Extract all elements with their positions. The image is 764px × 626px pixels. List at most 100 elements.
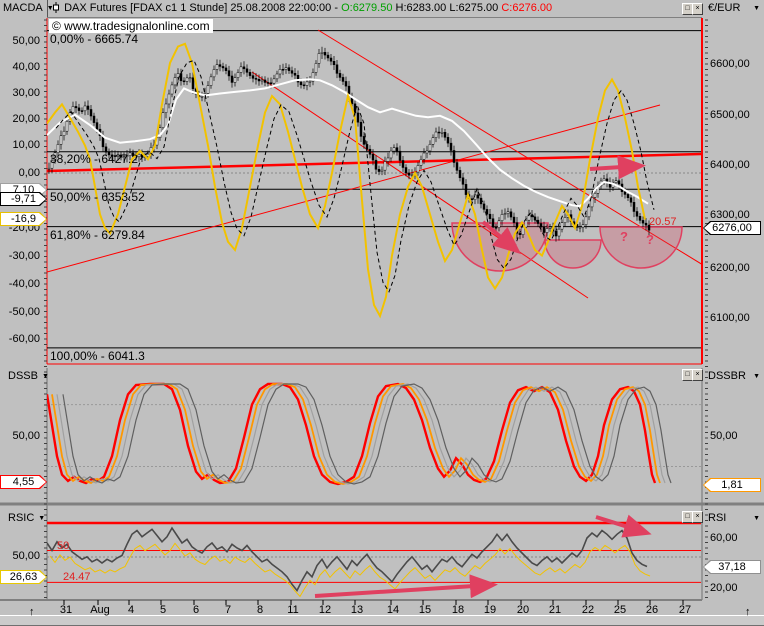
cycle-arc: [545, 240, 601, 268]
chevron-down-icon: ▼: [38, 515, 45, 522]
fibonacci-label: 100,00% - 6041.3: [50, 350, 145, 362]
dssbr-axis-label: 50,00: [710, 430, 738, 442]
low-value: L:6275.00: [449, 2, 498, 14]
rsic-indicator-dropdown[interactable]: RSIC ▼: [8, 512, 45, 524]
macd-axis-label: 0,00: [0, 167, 40, 179]
price-axis-label: 6200,00: [710, 262, 750, 274]
price-axis-label: 6600,00: [710, 58, 750, 70]
question-mark-annotation: ?: [620, 229, 628, 244]
scroll-arrow-right[interactable]: ↑: [745, 606, 751, 618]
rsic-value-tag: 26,63: [0, 570, 47, 584]
fibonacci-label: 38,20% - 6427.2: [50, 153, 138, 165]
dssb_gray: [57, 384, 665, 484]
time-axis-label: 7: [216, 604, 240, 616]
dssb-value-tag: 4,55: [0, 475, 47, 489]
header-divider: [47, 0, 48, 17]
time-axis-label: 6: [184, 604, 208, 616]
trendlines: [47, 30, 708, 298]
question-mark-annotation: ?: [646, 232, 654, 247]
macd-axis-label: 20,00: [0, 113, 40, 125]
close-value: C:6276.00: [501, 2, 552, 14]
watermark: © www.tradesignalonline.com: [49, 19, 213, 33]
high-value: H:6283.00: [396, 2, 447, 14]
scroll-arrow-left[interactable]: ↑: [29, 606, 35, 618]
chevron-down-icon: ▼: [753, 373, 760, 380]
macd-axis-label: -30,00: [0, 250, 40, 262]
rsi-close-button[interactable]: ×: [692, 511, 703, 523]
macd-axis-label: 30,00: [0, 87, 40, 99]
fibonacci-label: 61,80% - 6279.84: [50, 229, 145, 241]
cycle-value-annotation: 20.57: [649, 216, 677, 228]
candlestick-chart-icon: [52, 2, 61, 13]
dssb_red: [47, 384, 655, 484]
symbol-label: €/EUR: [708, 2, 740, 14]
price-axis-label: 6100,00: [710, 312, 750, 324]
trend-arrow: [596, 517, 644, 532]
last-price-tag: 6276,00: [703, 221, 761, 235]
fibonacci-label: 0,00% - 6665.74: [50, 33, 138, 45]
time-axis-label: 19: [478, 604, 502, 616]
time-axis-label: 18: [446, 604, 470, 616]
time-axis-label: 27: [673, 604, 697, 616]
rsi-axis-label: 20,00: [710, 582, 738, 594]
dssb-axis-label: 50,00: [0, 430, 40, 442]
time-axis-label: 22: [576, 604, 600, 616]
trend-arrow: [315, 585, 490, 596]
close-button[interactable]: ×: [692, 3, 703, 15]
price-axis-label: 6400,00: [710, 159, 750, 171]
time-axis-label: 13: [345, 604, 369, 616]
dssbr-indicator-dropdown[interactable]: DSSBR ▼: [708, 370, 760, 382]
rsi-indicator-dropdown[interactable]: RSI ▼: [708, 512, 760, 524]
open-value: O:6279.50: [341, 2, 392, 14]
fibonacci-label: 50,00% - 6353.52: [50, 191, 145, 203]
time-axis-label: 5: [151, 604, 175, 616]
time-axis-label: 31: [54, 604, 78, 616]
time-axis-label: 4: [119, 604, 143, 616]
price-axis-label: 6300,00: [710, 209, 750, 221]
time-axis-label: 15: [413, 604, 437, 616]
dssbr-label: DSSBR: [708, 370, 746, 382]
rsi-axis-label: 60,00: [710, 532, 738, 544]
time-axis-label: 26: [640, 604, 664, 616]
rsi-level-label: 24.47: [63, 571, 91, 583]
time-axis-label: 11: [281, 604, 305, 616]
macd-axis-label: 40,00: [0, 61, 40, 73]
rsi-level-label: 50: [57, 540, 69, 552]
time-axis-label: 20: [511, 604, 535, 616]
macd-axis-label: 50,00: [0, 35, 40, 47]
time-axis-label: 21: [543, 604, 567, 616]
horizontal-scrollbar[interactable]: [0, 615, 764, 626]
dssb-close-button[interactable]: ×: [692, 369, 703, 381]
chart-title: DAX Futures [FDAX c1 1 Stunde] 25.08.200…: [52, 2, 552, 14]
macd-axis-label: 10,00: [0, 139, 40, 151]
symbol-dropdown[interactable]: €/EUR ▼: [708, 2, 760, 14]
cycle-arc: [600, 227, 682, 268]
rsi_gray: [47, 528, 647, 591]
chevron-down-icon: ▼: [753, 515, 760, 522]
rsic-label: RSIC: [8, 512, 34, 524]
macd-axis-label: -50,00: [0, 306, 40, 318]
rsic-axis-label: 50,00: [0, 550, 40, 562]
rsi-value-tag: 37,18: [703, 560, 761, 574]
time-axis-label: Aug: [88, 604, 112, 616]
title-text: DAX Futures [FDAX c1 1 Stunde] 25.08.200…: [64, 2, 338, 14]
chevron-down-icon: ▼: [753, 5, 760, 12]
time-axis-label: 12: [313, 604, 337, 616]
time-axis-label: 14: [381, 604, 405, 616]
chart-canvas: [0, 0, 764, 624]
macd-axis-label: -60,00: [0, 333, 40, 345]
dssb-label: DSSB: [8, 370, 38, 382]
window-header: MACDA ▼ DAX Futures [FDAX c1 1 Stunde] 2…: [0, 0, 764, 17]
dssbr-value-tag: 1,81: [703, 478, 761, 492]
indicator-value-tag: -9,71: [0, 192, 47, 206]
price-axis-label: 6500,00: [710, 109, 750, 121]
rsi-label: RSI: [708, 512, 726, 524]
chart-window: MACDA ▼ DAX Futures [FDAX c1 1 Stunde] 2…: [0, 0, 764, 624]
macd-axis-label: -40,00: [0, 278, 40, 290]
dssb-indicator-dropdown[interactable]: DSSB ▼: [8, 370, 49, 382]
time-axis-label: 25: [608, 604, 632, 616]
rsic_yellow: [50, 543, 650, 596]
macda-label: MACDA: [3, 2, 43, 14]
chevron-down-icon: ▼: [42, 373, 49, 380]
indicator-value-tag: -16,9: [0, 212, 47, 226]
